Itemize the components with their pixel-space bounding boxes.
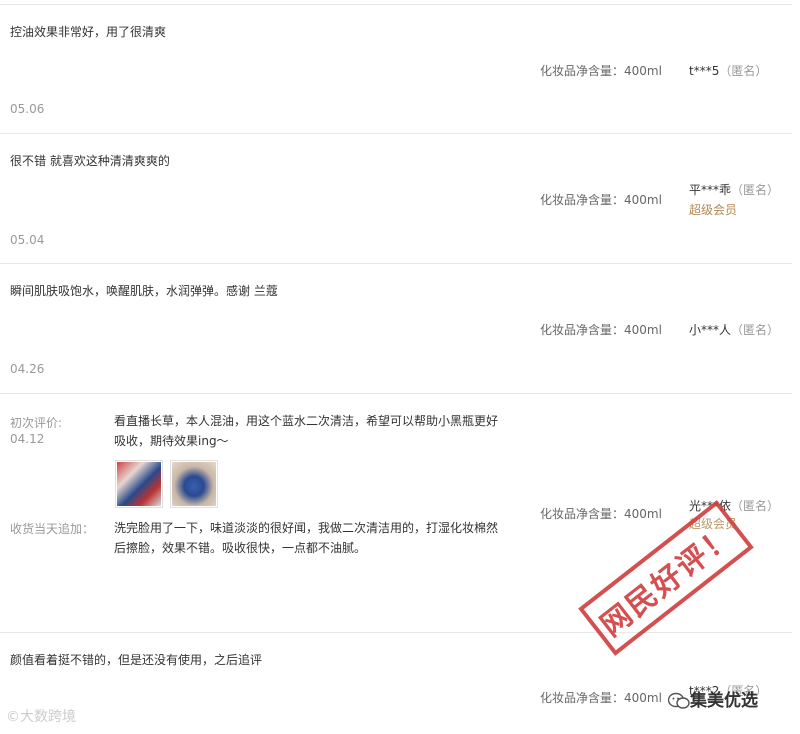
review-text: 控油效果非常好，用了很清爽 xyxy=(10,25,167,39)
member-badge: 超级会员 xyxy=(689,203,738,217)
review-text: 瞬间肌肤吸饱水，唤醒肌肤，水润弹弹。感谢 兰蔻 xyxy=(10,284,278,298)
reviewer-name: 平***乖（匿名） xyxy=(689,181,779,198)
followup-text: 洗完脸用了一下，味道淡淡的很好闻，我做二次清洁用的，打湿化妆棉然后擦脸，效果不错… xyxy=(114,521,499,555)
review-item: 控油效果非常好，用了很清爽 化妆品净含量：400ml t***5（匿名） 05.… xyxy=(0,4,792,133)
anonymous-tag: （匿名） xyxy=(731,499,780,513)
watermark-left: ©大数跨境 xyxy=(6,709,76,725)
reviewer-nick: 小***人 xyxy=(689,323,732,337)
review-date: 04.12 xyxy=(10,432,45,446)
anonymous-tag: （匿名） xyxy=(731,323,780,337)
review-photo[interactable] xyxy=(170,460,218,508)
sku-info: 化妆品净含量：400ml xyxy=(540,193,662,207)
review-photo[interactable] xyxy=(115,460,163,508)
review-date: 04.26 xyxy=(10,362,45,376)
review-date: 05.06 xyxy=(10,102,45,116)
review-text: 很不错 就喜欢这种清清爽爽的 xyxy=(10,154,170,168)
sku-info: 化妆品净含量：400ml xyxy=(540,691,662,705)
review-date: 05.04 xyxy=(10,233,45,247)
reviewer-nick: t***5 xyxy=(689,64,720,78)
sku-info: 化妆品净含量：400ml xyxy=(540,64,662,78)
review-item: 颜值看着挺不错的，但是还没有使用，之后追评 化妆品净含量：400ml t***2… xyxy=(0,632,792,734)
review-text: 看直播长草，本人混油，用这个蓝水二次清洁，希望可以帮助小黑瓶更好吸收，期待效果i… xyxy=(114,414,499,448)
first-review-label: 初次评价: xyxy=(10,416,63,430)
reviewer-name: t***5（匿名） xyxy=(689,62,767,79)
watermark-right-text: 集美优选 xyxy=(690,691,758,711)
reviewer-name: 小***人（匿名） xyxy=(689,321,779,338)
review-text: 颜值看着挺不错的，但是还没有使用，之后追评 xyxy=(10,653,263,667)
followup-label: 收货当天追加： xyxy=(10,522,95,536)
wechat-icon xyxy=(667,692,690,710)
sku-info: 化妆品净含量：400ml xyxy=(540,323,662,337)
anonymous-tag: （匿名） xyxy=(731,183,780,197)
watermark-right: 集美优选 xyxy=(667,686,758,711)
review-item: 瞬间肌肤吸饱水，唤醒肌肤，水润弹弹。感谢 兰蔻 化妆品净含量：400ml 小**… xyxy=(0,263,792,394)
sku-info: 化妆品净含量：400ml xyxy=(540,507,662,521)
reviewer-nick: 平***乖 xyxy=(689,183,732,197)
anonymous-tag: （匿名） xyxy=(719,64,768,78)
review-item: 很不错 就喜欢这种清清爽爽的 化妆品净含量：400ml 平***乖（匿名） 超级… xyxy=(0,133,792,263)
